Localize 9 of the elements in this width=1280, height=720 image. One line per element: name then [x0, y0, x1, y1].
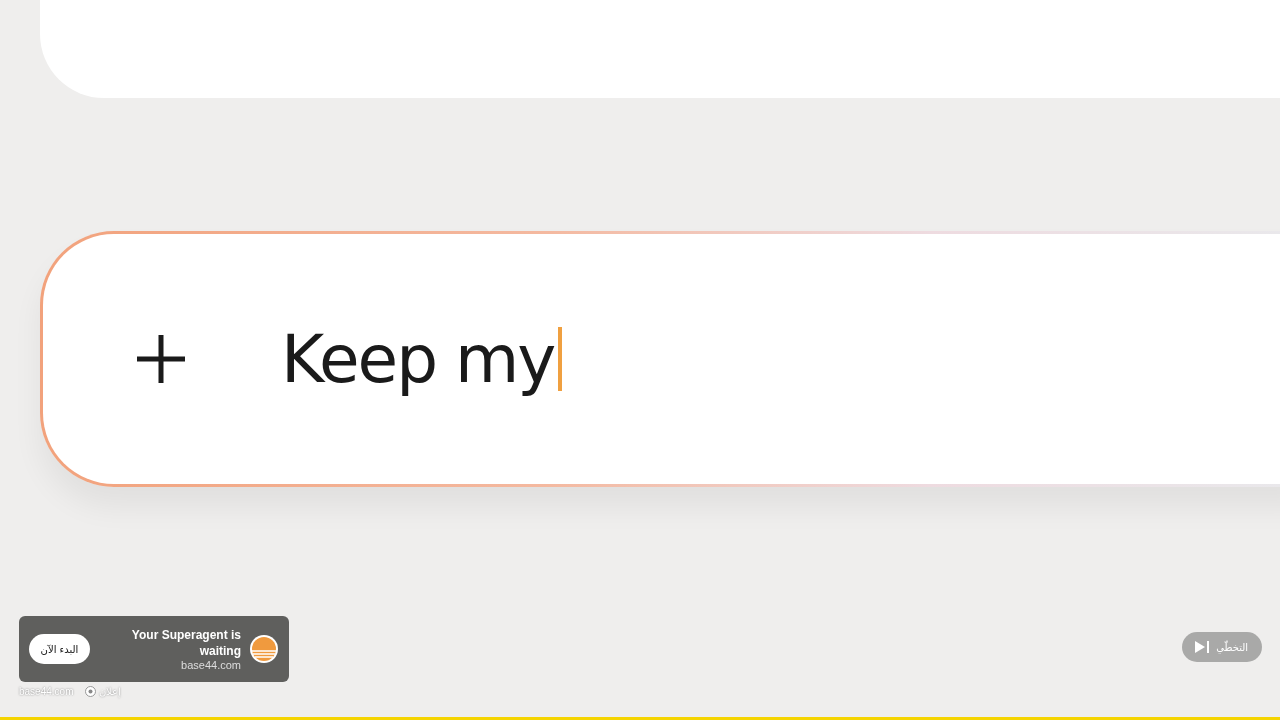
- info-icon[interactable]: [85, 686, 97, 697]
- sun-logo-icon: [249, 634, 279, 664]
- prompt-text: Keep my: [281, 320, 563, 398]
- skip-icon: [1194, 640, 1211, 654]
- plus-icon[interactable]: [135, 333, 187, 385]
- prompt-field[interactable]: Keep my: [40, 231, 1280, 487]
- ad-title: Your Superagent is waiting: [131, 627, 241, 659]
- start-now-button[interactable]: البدء الآن: [29, 634, 90, 664]
- ad-domain: base44.com: [181, 659, 241, 671]
